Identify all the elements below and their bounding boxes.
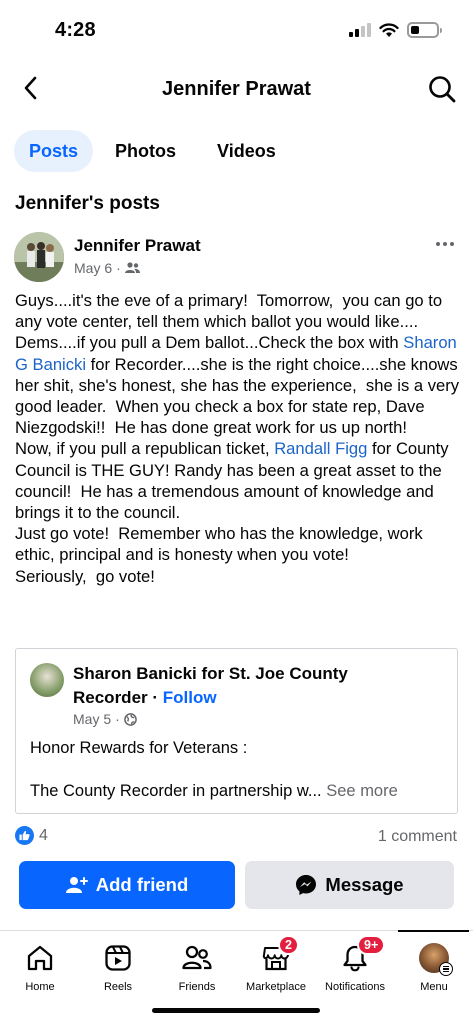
thumbs-up-icon: [19, 830, 30, 841]
more-dot: [436, 242, 440, 246]
cellular-signal-icon: [349, 23, 371, 37]
post-paragraph: Just go vote! Remember who has the knowl…: [15, 524, 428, 565]
nav-menu-label: Menu: [420, 981, 448, 993]
shared-post-meta: May 5 ·: [73, 711, 137, 727]
shared-post-preview: The County Recorder in partnership w... …: [30, 782, 450, 801]
add-friend-icon: [65, 877, 88, 893]
post-header: Jennifer Prawat May 6 ·: [14, 230, 459, 282]
see-more-link[interactable]: See more: [326, 782, 398, 800]
tab-videos[interactable]: Videos: [195, 130, 291, 172]
comments-count[interactable]: 1 comment: [378, 828, 457, 846]
add-friend-label: Add friend: [95, 874, 189, 895]
nav-marketplace[interactable]: 2 Marketplace: [236, 931, 316, 1001]
nav-friends-label: Friends: [178, 981, 216, 993]
mention-link[interactable]: Randall Figg: [274, 439, 367, 458]
profile-tabs: Posts Photos Videos: [14, 130, 291, 172]
nav-notifications-label: Notifications: [325, 981, 385, 993]
tab-posts[interactable]: Posts: [14, 130, 94, 172]
status-icons: [349, 22, 442, 38]
shared-page-name: Sharon Banicki for St. Joe County Record…: [73, 662, 413, 710]
nav-menu[interactable]: Menu: [394, 931, 473, 1001]
nav-notifications[interactable]: 9+ Notifications: [315, 931, 395, 1001]
status-bar: 4:28: [0, 0, 473, 62]
author-photo: [14, 232, 64, 282]
status-time: 4:28: [55, 19, 96, 41]
shared-post-card[interactable]: Sharon Banicki for St. Joe County Record…: [15, 648, 458, 814]
menu-avatar-icon: [419, 943, 453, 976]
search-icon: [429, 76, 456, 103]
home-icon: [25, 943, 55, 973]
marketplace-badge: 2: [278, 935, 299, 955]
search-button[interactable]: [425, 72, 459, 106]
more-dot: [450, 242, 454, 246]
profile-header: Jennifer Prawat: [0, 62, 473, 116]
menu-avatar: [419, 943, 453, 976]
nav-reels[interactable]: Reels: [78, 931, 158, 1001]
message-label: Message: [325, 874, 404, 895]
author-avatar[interactable]: [14, 232, 64, 282]
meta-separator: ·: [116, 260, 121, 276]
post-paragraph: Guys....it's the eve of a primary! Tomor…: [15, 291, 447, 332]
likes-count: 4: [39, 826, 48, 844]
more-dot: [443, 242, 447, 246]
messenger-icon: [296, 875, 317, 895]
nav-friends[interactable]: Friends: [157, 931, 237, 1001]
post-paragraph: Seriously, go vote!: [15, 566, 155, 586]
battery-icon: [407, 22, 442, 38]
friends-icon: [124, 262, 140, 273]
nav-reels-label: Reels: [103, 981, 133, 993]
message-button[interactable]: Message: [245, 861, 454, 909]
post-text: Guys....it's the eve of a primary! Tomor…: [15, 290, 463, 587]
post-paragraph: Dems....if you pull a Dem ballot...Check…: [15, 333, 404, 353]
wifi-icon: [379, 22, 399, 37]
follow-button[interactable]: Follow: [163, 688, 217, 707]
post-date[interactable]: May 6: [74, 260, 112, 276]
reels-icon: [103, 943, 133, 973]
shared-post-text: Honor Rewards for Veterans :: [30, 739, 248, 757]
notifications-badge: 9+: [357, 935, 386, 955]
shared-post-date[interactable]: May 5: [73, 711, 111, 727]
add-friend-button[interactable]: Add friend: [19, 861, 235, 909]
post-paragraph: Now, if you pull a republican ticket,: [15, 439, 275, 459]
shared-post-preview-text: The County Recorder in partnership w...: [30, 782, 322, 800]
post-author-name[interactable]: Jennifer Prawat: [74, 236, 201, 256]
page-title: Jennifer Prawat: [162, 78, 311, 100]
nav-marketplace-label: Marketplace: [246, 981, 306, 993]
name-separator: ·: [152, 688, 159, 707]
meta-separator: ·: [115, 711, 120, 727]
home-indicator: [152, 1008, 320, 1013]
nav-home-label: Home: [25, 981, 55, 993]
section-title: Jennifer's posts: [15, 193, 160, 214]
hamburger-icon: [439, 962, 453, 976]
post-meta: May 6 ·: [74, 260, 140, 276]
reactions-summary[interactable]: 4: [15, 826, 48, 845]
nav-home[interactable]: Home: [0, 931, 80, 1001]
globe-icon: [123, 712, 137, 726]
friends-nav-icon: [182, 943, 212, 973]
post-options-button[interactable]: [431, 234, 459, 254]
shared-page-avatar[interactable]: [30, 663, 64, 697]
like-reaction-icon: [15, 826, 34, 845]
tab-photos[interactable]: Photos: [97, 130, 191, 172]
